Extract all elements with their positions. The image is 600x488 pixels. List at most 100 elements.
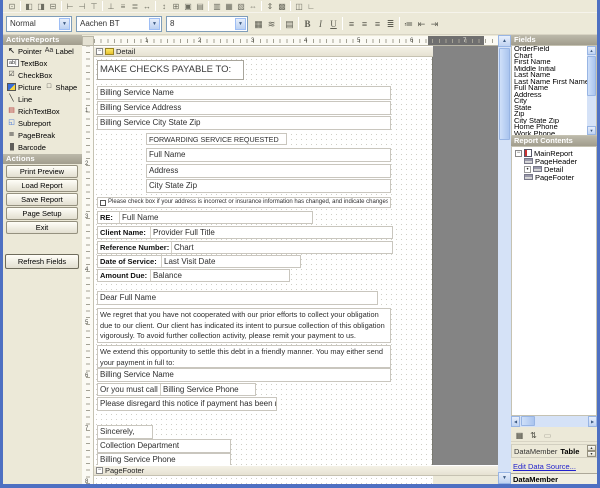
property-row-datamember[interactable]: DataMember Table ▲▼ <box>511 444 597 458</box>
edit-data-source-link[interactable]: Edit Data Source... <box>513 462 576 471</box>
report-control-sincerely[interactable]: Sincerely, <box>97 425 153 439</box>
chevron-down-icon[interactable]: ▼ <box>59 18 70 30</box>
checkbox-tool[interactable]: ☑CheckBox <box>7 69 82 81</box>
space-across-icon[interactable]: ▤ <box>194 1 206 12</box>
pointer-tool[interactable]: ↖Pointer <box>7 45 45 57</box>
report-control-billing-service-address[interactable]: Billing Service Address <box>97 101 391 115</box>
scroll-right-icon[interactable]: ▶ <box>588 416 597 427</box>
align-left-icon[interactable]: ≡ <box>345 17 358 31</box>
grid-visible-icon[interactable]: ▦ <box>252 17 265 31</box>
increase-v-space-icon[interactable]: ⇕ <box>264 1 276 12</box>
font-size-combo[interactable]: 8 ▼ <box>166 16 248 32</box>
value-spinner[interactable]: ▲▼ <box>587 445 596 457</box>
textbox-tool[interactable]: ab|TextBox <box>7 57 82 69</box>
tree-item-pagefooter[interactable]: PageFooter <box>512 173 596 181</box>
print-preview-button[interactable]: Print Preview <box>6 165 78 178</box>
font-combo[interactable]: Aachen BT ▼ <box>76 16 162 32</box>
report-control-we-extend-this-opportunity-t[interactable]: We extend this opportunity to settle thi… <box>97 345 391 368</box>
control-field[interactable]: Chart <box>171 242 392 253</box>
make-same-width-icon[interactable]: ↔ <box>141 1 153 12</box>
center-vertical-icon[interactable]: ∟ <box>305 1 317 12</box>
report-control-collection-department[interactable]: Collection Department <box>97 439 231 453</box>
underline-icon[interactable]: U <box>327 17 340 31</box>
snap-to-grid-icon[interactable]: ⊡ <box>6 1 18 12</box>
report-control-billing-service-phone[interactable]: Or you must callBilling Service Phone <box>97 383 256 396</box>
report-control-full-name[interactable]: Full Name <box>146 148 391 162</box>
scroll-thumb[interactable] <box>587 56 596 96</box>
save-report-button[interactable]: Save Report <box>6 193 78 206</box>
report-control-checkbox[interactable]: Please check box if your address is inco… <box>97 197 391 208</box>
space-down-icon[interactable]: ▥ <box>211 1 223 12</box>
report-control-make-checks-payable-to[interactable]: MAKE CHECKS PAYABLE TO: <box>97 60 244 80</box>
report-control-last-visit-date[interactable]: Date of Service:Last Visit Date <box>97 255 301 268</box>
make-same-size-icon[interactable]: ⊞ <box>170 1 182 12</box>
checkbox-icon[interactable] <box>100 200 106 206</box>
tree-item-detail[interactable]: •Detail <box>512 165 596 173</box>
remove-h-space-icon[interactable]: ⇔ <box>247 1 259 12</box>
report-control-full-name[interactable]: RE:Full Name <box>97 211 313 224</box>
bullets-icon[interactable]: ≔ <box>402 17 415 31</box>
bring-to-front-icon[interactable]: ◧ <box>23 1 35 12</box>
barcode-tool[interactable]: |||Barcode <box>7 141 82 153</box>
control-field[interactable]: Billing Service Phone <box>160 384 255 395</box>
refresh-fields-button[interactable]: Refresh Fields <box>5 254 79 269</box>
report-control-balance[interactable]: Amount Due:Balance <box>97 269 290 282</box>
report-control-billing-service-city-state-z[interactable]: Billing Service City State Zip <box>97 116 391 130</box>
report-control-please-disregard-this-notice[interactable]: Please disregard this notice if payment … <box>97 397 277 411</box>
report-control-address[interactable]: Address <box>146 164 391 178</box>
richtextbox-tool[interactable]: ▤RichTextBox <box>7 105 82 117</box>
scroll-thumb[interactable] <box>521 416 535 426</box>
report-control-provider-full-title[interactable]: Client Name:Provider Full Title <box>97 226 393 239</box>
load-report-button[interactable]: Load Report <box>6 179 78 192</box>
collapse-icon[interactable]: − <box>96 467 103 474</box>
align-justify-icon[interactable]: ≣ <box>384 17 397 31</box>
align-centers-icon[interactable]: ⊣ <box>76 1 88 12</box>
data-source-icon[interactable]: ▤ <box>283 17 296 31</box>
decrease-indent-icon[interactable]: ⇤ <box>415 17 428 31</box>
control-field[interactable]: Full Name <box>119 212 312 223</box>
report-control-chart[interactable]: Reference Number:Chart <box>97 241 393 254</box>
align-center-icon[interactable]: ≡ <box>358 17 371 31</box>
make-same-height-icon[interactable]: ↕ <box>158 1 170 12</box>
send-to-back-icon[interactable]: ◨ <box>35 1 47 12</box>
pagefooter-area[interactable] <box>94 476 433 484</box>
picture-tool[interactable]: ▣Picture <box>7 81 45 93</box>
fields-scrollbar[interactable]: ▲ ▼ <box>587 46 596 135</box>
report-control-city-state-zip[interactable]: City State Zip <box>146 179 391 193</box>
decrease-v-space-icon[interactable]: ▩ <box>276 1 288 12</box>
pagebreak-tool[interactable]: ≣PageBreak <box>7 129 82 141</box>
align-bottoms-icon[interactable]: ≣ <box>129 1 141 12</box>
line-tool[interactable]: ╲Line <box>7 93 82 105</box>
align-rights-icon[interactable]: ⊤ <box>88 1 100 12</box>
shape-tool[interactable]: □Shape <box>45 81 83 93</box>
italic-icon[interactable]: I <box>314 17 327 31</box>
report-control-billing-service-phone[interactable]: Billing Service Phone <box>97 453 231 465</box>
increase-indent-icon[interactable]: ⇥ <box>428 17 441 31</box>
spinner-down-icon[interactable]: ▼ <box>587 451 596 457</box>
scroll-up-icon[interactable]: ▲ <box>498 35 511 47</box>
control-field[interactable]: Balance <box>150 270 289 281</box>
scroll-up-icon[interactable]: ▲ <box>587 46 596 55</box>
style-combo[interactable]: Normal ▼ <box>6 16 72 32</box>
report-control-billing-service-name[interactable]: Billing Service Name <box>97 368 391 382</box>
report-control-dear-full-name[interactable]: Dear Full Name <box>97 291 378 305</box>
decrease-h-space-icon[interactable]: ▧ <box>235 1 247 12</box>
scroll-down-icon[interactable]: ▼ <box>587 126 596 135</box>
tree-item-pageheader[interactable]: PageHeader <box>512 157 596 165</box>
detail-band-header[interactable]: − Detail <box>94 46 433 57</box>
report-control-billing-service-name[interactable]: Billing Service Name <box>97 86 391 100</box>
center-horizontal-icon[interactable]: ◫ <box>293 1 305 12</box>
chevron-down-icon[interactable]: ▼ <box>235 18 246 30</box>
bold-icon[interactable]: B <box>301 17 314 31</box>
scroll-left-icon[interactable]: ◀ <box>511 416 520 427</box>
subreport-tool[interactable]: ◱Subreport <box>7 117 82 129</box>
design-vertical-scrollbar[interactable]: ▲ ▼ <box>498 35 511 484</box>
control-field[interactable]: Provider Full Title <box>150 227 392 238</box>
size-to-grid-icon[interactable]: ▣ <box>182 1 194 12</box>
order-icon[interactable]: ⊟ <box>47 1 59 12</box>
scroll-down-icon[interactable]: ▼ <box>498 472 511 484</box>
panel-horizontal-scrollbar[interactable]: ◀ ▶ <box>511 416 597 427</box>
report-control-we-regret-that-you-have-not-[interactable]: We regret that you have not cooperated w… <box>97 308 391 343</box>
report-page[interactable]: MAKE CHECKS PAYABLE TO: Billing Service N… <box>94 57 433 465</box>
exit-button[interactable]: Exit <box>6 221 78 234</box>
